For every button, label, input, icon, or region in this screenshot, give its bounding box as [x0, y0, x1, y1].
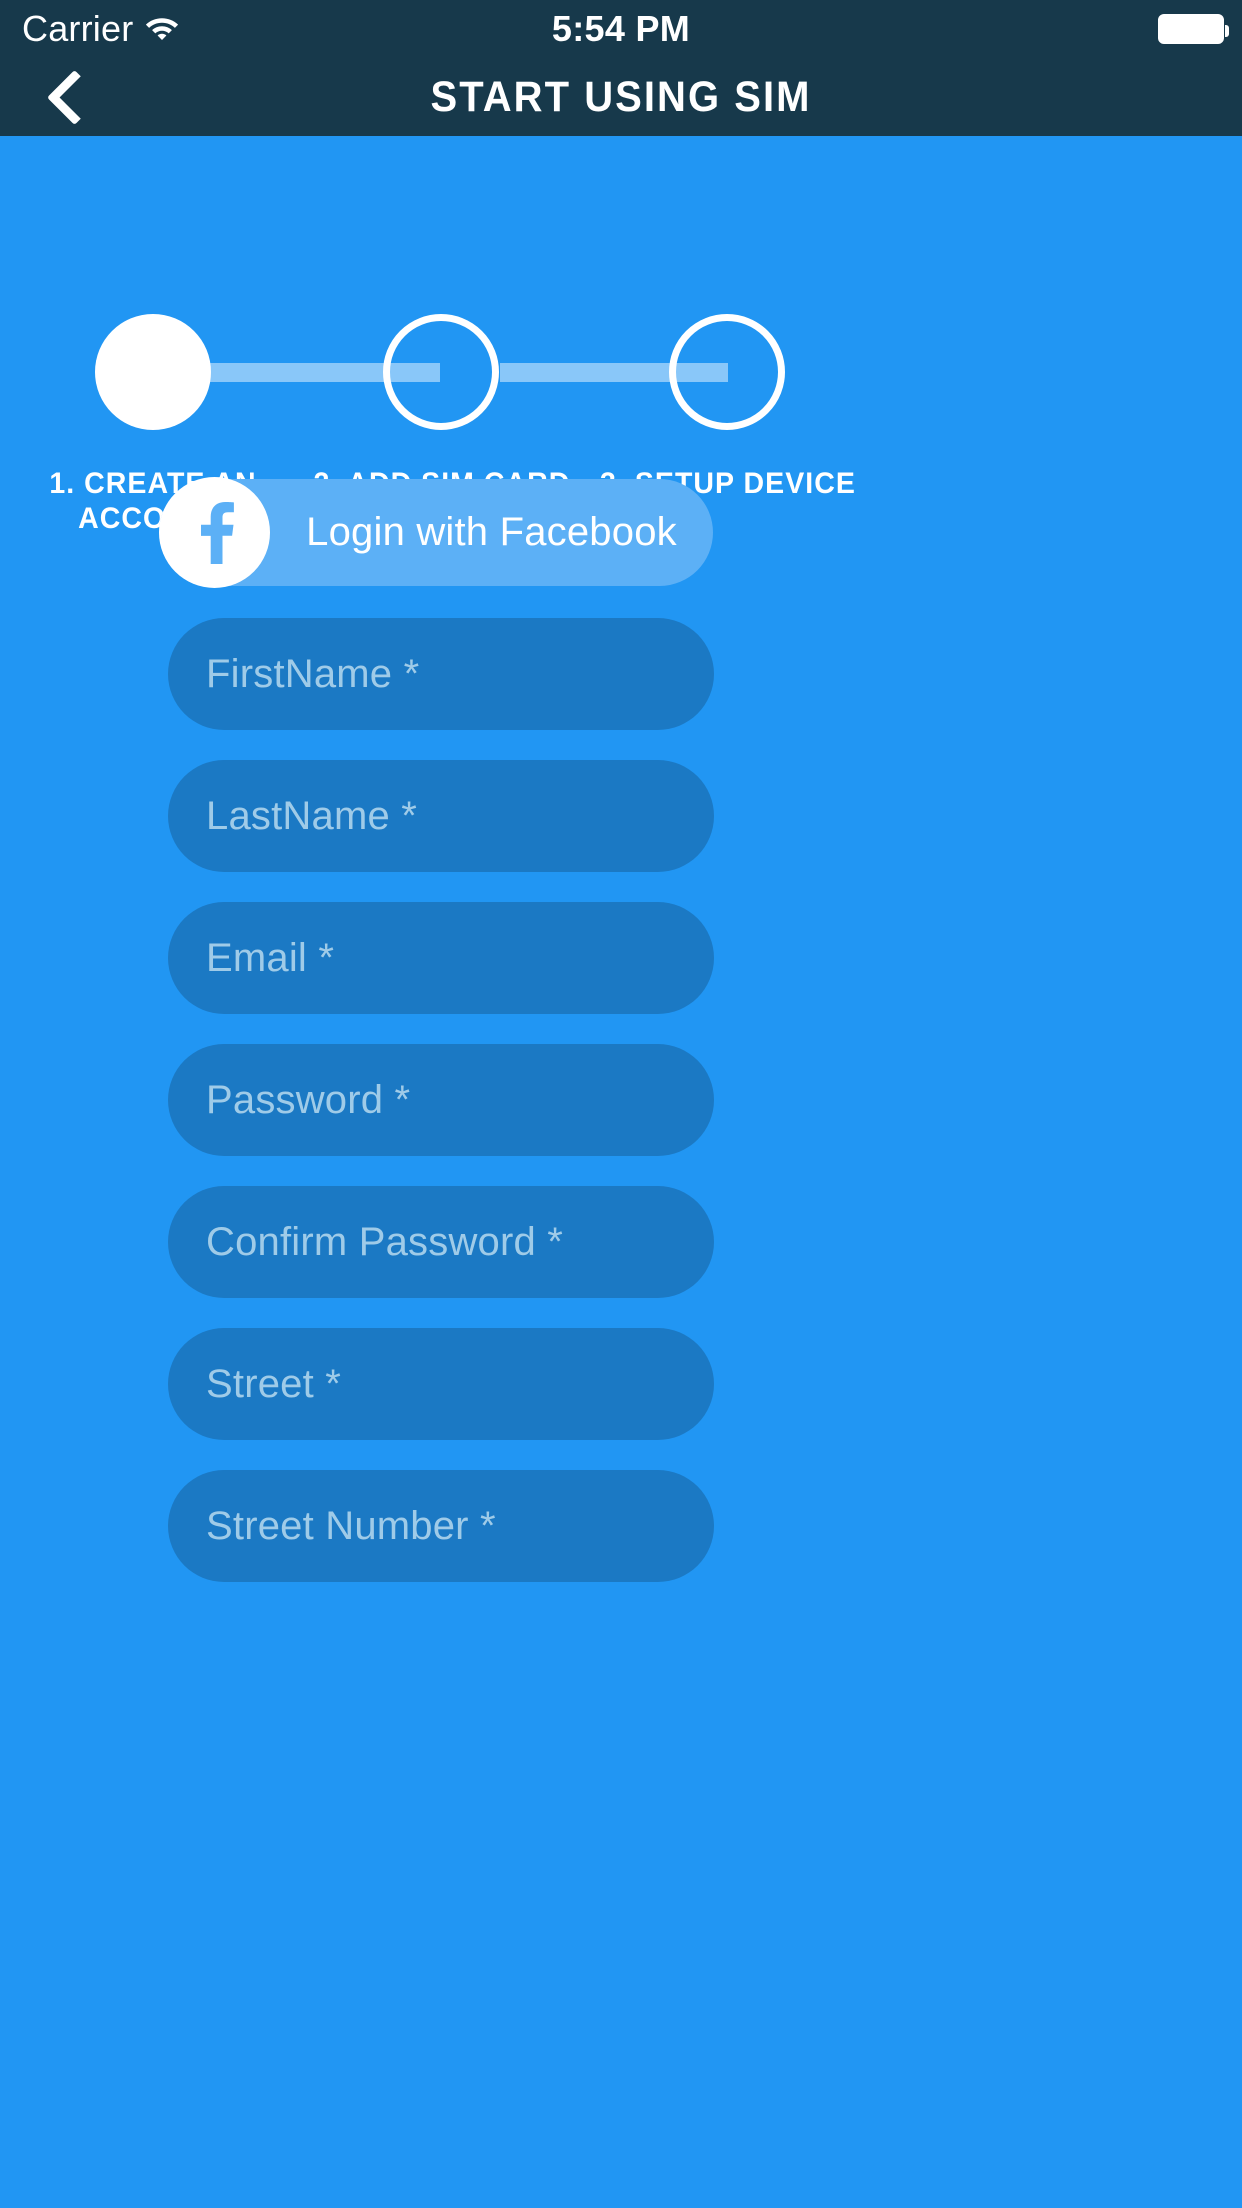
email-placeholder: Email * [206, 935, 335, 980]
first-name-field[interactable]: FirstName * [168, 618, 714, 730]
confirm-password-placeholder: Confirm Password * [206, 1219, 564, 1264]
facebook-f-icon [159, 477, 270, 588]
login-with-facebook-label: Login with Facebook [306, 510, 677, 554]
email-field[interactable]: Email * [168, 902, 714, 1014]
page-title: START USING SIM [430, 72, 812, 121]
stepper-circle-step-3[interactable] [669, 314, 785, 430]
battery-icon [1158, 14, 1229, 44]
street-number-placeholder: Street Number * [206, 1503, 496, 1548]
confirm-password-field[interactable]: Confirm Password * [168, 1186, 714, 1298]
progress-stepper: 1. CREATE AN ACCOUNT 2. ADD SIM CARD 3. … [0, 136, 1242, 535]
status-bar: Carrier 5:54 PM [0, 0, 1242, 58]
last-name-field[interactable]: LastName * [168, 760, 714, 872]
password-field[interactable]: Password * [168, 1044, 714, 1156]
login-with-facebook-button[interactable]: Login with Facebook [159, 477, 713, 588]
street-placeholder: Street * [206, 1361, 341, 1406]
street-number-field[interactable]: Street Number * [168, 1470, 714, 1582]
stepper-circle-step-1[interactable] [95, 314, 211, 430]
status-bar-time: 5:54 PM [551, 8, 691, 49]
app-screen: Carrier 5:54 PM START USING SIM 1. CREAT… [0, 0, 1242, 2208]
first-name-placeholder: FirstName * [206, 651, 420, 696]
facebook-f-glyph [200, 501, 234, 564]
street-field[interactable]: Street * [168, 1328, 714, 1440]
stepper-circle-step-2[interactable] [383, 314, 499, 430]
last-name-placeholder: LastName * [206, 793, 417, 838]
status-bar-right [1158, 0, 1229, 58]
navigation-bar: START USING SIM [0, 58, 1242, 136]
password-placeholder: Password * [206, 1077, 411, 1122]
